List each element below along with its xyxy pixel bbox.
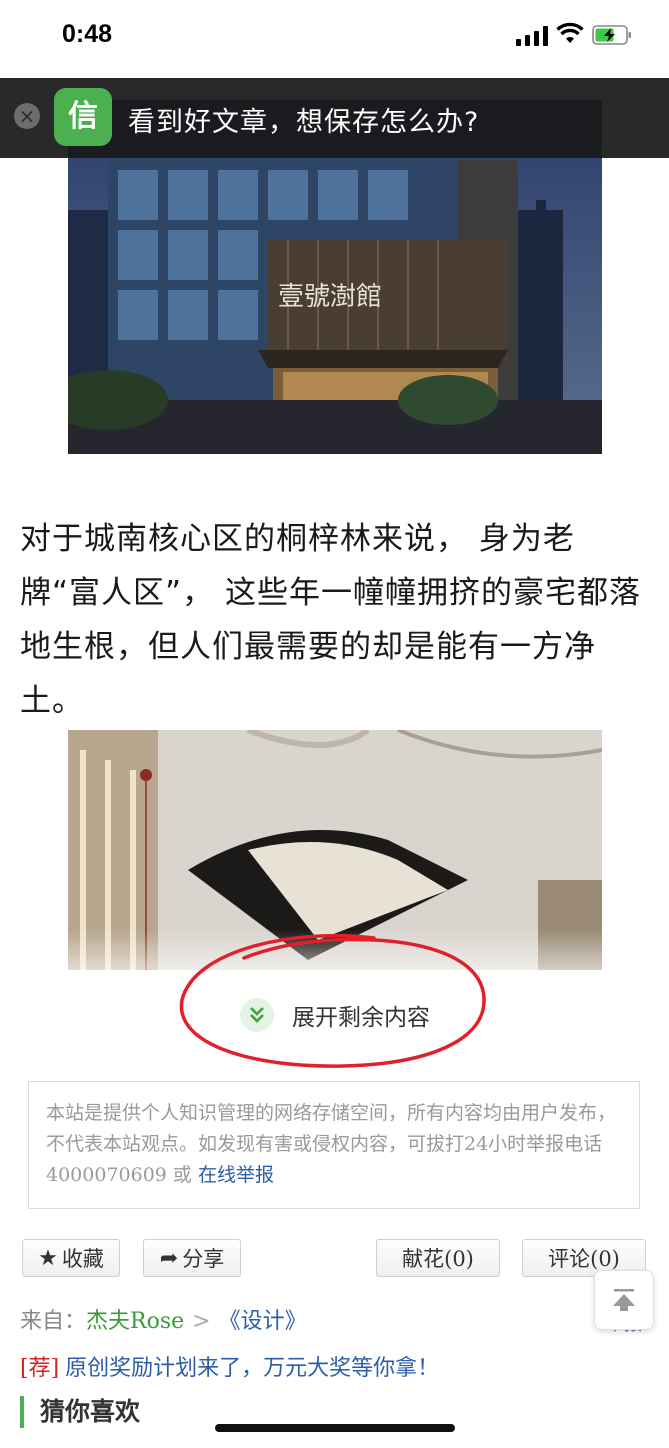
category-link[interactable]: 《设计》 <box>219 1309 307 1334</box>
home-indicator[interactable] <box>215 1424 455 1432</box>
back-to-top-button[interactable] <box>594 1270 654 1330</box>
promo-tag: [荐] <box>20 1356 60 1381</box>
annotation-circle <box>179 933 486 1068</box>
collect-label: 收藏 <box>61 1247 104 1271</box>
source-prefix: 来自： <box>20 1309 87 1334</box>
back-to-top-icon <box>613 1289 635 1311</box>
star-icon: ★ <box>38 1245 58 1271</box>
collect-button[interactable]: ★ 收藏 <box>22 1239 120 1277</box>
disclaimer-body: 本站是提供个人知识管理的网络存储空间，所有内容均由用户发布，不代表本站观点。如发… <box>46 1102 617 1186</box>
close-icon[interactable]: × <box>14 103 40 129</box>
online-report-link[interactable]: 在线举报 <box>198 1164 274 1186</box>
share-button[interactable]: ➦ 分享 <box>143 1239 241 1277</box>
wifi-icon <box>556 22 584 43</box>
app-logo-icon[interactable]: 信 <box>54 88 112 146</box>
signal-icon <box>516 26 548 46</box>
status-time: 0:48 <box>62 20 113 48</box>
source-separator: > <box>192 1309 211 1334</box>
article-paragraph: 对于城南核心区的桐梓林来说， 身为老牌“富人区”， 这些年一幢幢拥挤的豪宅都落地… <box>20 521 641 719</box>
share-arrow-icon: ➦ <box>159 1245 179 1271</box>
banner-text[interactable]: 看到好文章，想保存怎么办? <box>128 100 479 139</box>
flower-button[interactable]: 献花(0) <box>376 1239 500 1277</box>
promo-line[interactable]: [荐] 原创奖励计划来了，万元大奖等你拿！ <box>20 1350 439 1382</box>
building-sign-text: 壹號澍館 <box>278 282 382 312</box>
disclaimer-text: 本站是提供个人知识管理的网络存储空间，所有内容均由用户发布，不代表本站观点。如发… <box>46 1098 626 1191</box>
promo-link[interactable]: 原创奖励计划来了，万元大奖等你拿！ <box>65 1356 439 1381</box>
battery-charging-icon <box>592 25 631 45</box>
author-link[interactable]: 杰夫Rose <box>86 1309 184 1334</box>
source-line: 来自：杰夫Rose > 《设计》 <box>20 1303 307 1335</box>
guess-you-like-heading: 猜你喜欢 <box>20 1396 140 1428</box>
share-label: 分享 <box>182 1247 225 1271</box>
